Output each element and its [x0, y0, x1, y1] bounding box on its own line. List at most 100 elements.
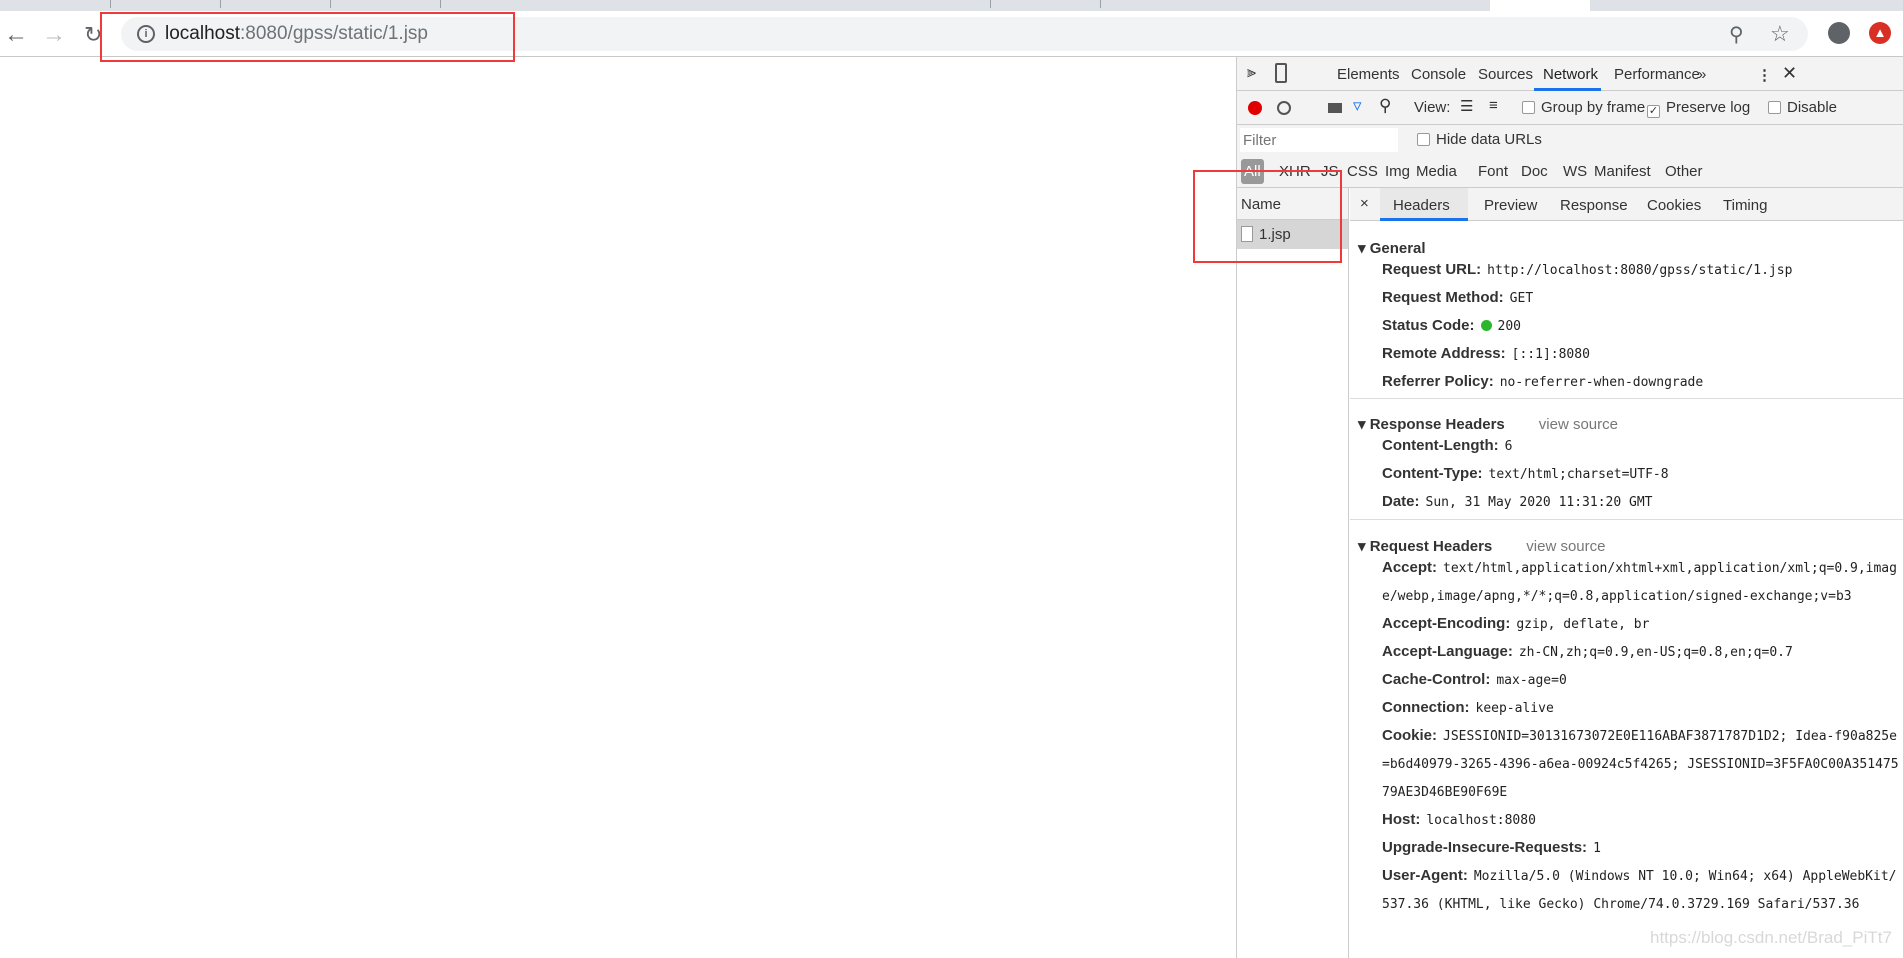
header-value: 1 — [1593, 841, 1601, 856]
tab-performance[interactable]: Performance — [1614, 66, 1700, 83]
detail-tabbar: × Headers Preview Response Cookies Timin… — [1350, 188, 1903, 221]
tab-timing[interactable]: Timing — [1723, 197, 1767, 214]
header-row: Referrer Policy: no-referrer-when-downgra… — [1382, 368, 1903, 396]
tab-network[interactable]: Network — [1543, 66, 1598, 83]
large-rows-icon[interactable]: ☰ — [1460, 97, 1473, 115]
type-filter-media[interactable]: Media — [1416, 163, 1457, 180]
checkbox[interactable] — [1768, 101, 1781, 114]
close-devtools-icon[interactable]: ✕ — [1782, 63, 1797, 84]
close-detail-icon[interactable]: × — [1360, 195, 1369, 212]
header-name: Request URL: — [1382, 261, 1482, 278]
type-filter-doc[interactable]: Doc — [1521, 163, 1548, 180]
inspect-icon[interactable]: ⫸ — [1247, 64, 1256, 82]
hide-data-urls-checkbox[interactable]: Hide data URLs — [1417, 131, 1542, 148]
header-value: text/html;charset=UTF-8 — [1488, 467, 1669, 482]
active-tab[interactable] — [1490, 0, 1590, 11]
header-name: Content-Length: — [1382, 437, 1499, 454]
header-row: Host: localhost:8080 — [1382, 806, 1903, 834]
header-row: Date: Sun, 31 May 2020 11:31:20 GMT — [1382, 488, 1903, 516]
header-value: GET — [1509, 291, 1534, 306]
type-filter-manifest[interactable]: Manifest — [1594, 163, 1651, 180]
header-value: text/html,application/xhtml+xml,applicat… — [1382, 561, 1897, 604]
header-value: no-referrer-when-downgrade — [1499, 375, 1704, 390]
more-tabs-icon[interactable]: » — [1698, 66, 1706, 83]
back-icon[interactable]: ← — [4, 23, 28, 47]
tab-divider — [220, 0, 221, 8]
group-by-frame-checkbox[interactable]: Group by frame — [1522, 99, 1645, 116]
response-headers-section-header[interactable]: ▾ Response Headers view source — [1358, 415, 1618, 433]
highlight-box — [100, 12, 515, 62]
type-filter-other[interactable]: Other — [1665, 163, 1703, 180]
zoom-out-icon[interactable]: ⚲ — [1729, 22, 1744, 47]
tab-divider — [330, 0, 331, 8]
header-row: Cache-Control: max-age=0 — [1382, 666, 1903, 694]
device-toolbar-icon[interactable] — [1275, 63, 1287, 83]
header-name: Content-Type: — [1382, 465, 1483, 482]
header-name: Status Code: — [1382, 317, 1475, 334]
view-source-link[interactable]: view source — [1539, 416, 1618, 433]
header-value: 6 — [1504, 439, 1513, 454]
tab-elements[interactable]: Elements — [1337, 66, 1400, 83]
record-icon[interactable] — [1248, 101, 1262, 115]
header-value: http://localhost:8080/gpss/static/1.jsp — [1487, 263, 1793, 278]
general-section-header[interactable]: ▾ General — [1358, 239, 1426, 257]
checkbox[interactable] — [1522, 101, 1535, 114]
request-list: Name 1.jsp — [1237, 188, 1349, 958]
checkbox-checked[interactable]: ✓ — [1647, 105, 1660, 118]
tab-divider — [1100, 0, 1101, 8]
header-row: Accept: text/html,application/xhtml+xml,a… — [1382, 554, 1903, 610]
forward-icon[interactable]: → — [42, 23, 66, 47]
tab-cookies[interactable]: Cookies — [1647, 197, 1701, 214]
header-row: Status Code: 200 — [1382, 312, 1903, 340]
header-value: zh-CN,zh;q=0.9,en-US;q=0.8,en;q=0.7 — [1518, 645, 1793, 660]
header-name: Accept: — [1382, 559, 1438, 576]
view-label: View: — [1414, 99, 1451, 116]
header-name: Cache-Control: — [1382, 671, 1491, 688]
update-icon[interactable]: ▲ — [1869, 22, 1891, 44]
search-icon[interactable]: ⚲ — [1379, 96, 1391, 116]
clear-icon[interactable] — [1277, 101, 1291, 115]
tab-headers[interactable]: Headers — [1393, 197, 1450, 214]
checkbox[interactable] — [1417, 133, 1430, 146]
kebab-menu-icon[interactable]: ⋮ — [1757, 66, 1772, 84]
header-row: Content-Type: text/html;charset=UTF-8 — [1382, 460, 1903, 488]
header-name: Date: — [1382, 493, 1420, 510]
watermark: https://blog.csdn.net/Brad_PiTt7 — [1650, 928, 1892, 947]
header-row: Request URL: http://localhost:8080/gpss/s… — [1382, 256, 1903, 284]
divider — [1350, 398, 1903, 399]
header-row: Upgrade-Insecure-Requests: 1 — [1382, 834, 1903, 862]
type-filter-css[interactable]: CSS — [1347, 163, 1378, 180]
account-icon[interactable] — [1828, 22, 1850, 44]
section-title: General — [1369, 240, 1426, 257]
header-name: Accept-Encoding: — [1382, 615, 1511, 632]
tab-sources[interactable]: Sources — [1478, 66, 1533, 83]
header-name: Cookie: — [1382, 727, 1438, 744]
type-filter-img[interactable]: Img — [1385, 163, 1410, 180]
header-name: Accept-Language: — [1382, 643, 1513, 660]
tab-console[interactable]: Console — [1411, 66, 1466, 83]
screenshot-icon[interactable] — [1328, 103, 1342, 113]
disable-cache-checkbox[interactable]: Disable — [1768, 99, 1837, 116]
waterfall-icon[interactable]: ≡ — [1489, 97, 1498, 114]
preserve-log-checkbox[interactable]: ✓ Preserve log — [1647, 99, 1750, 118]
section-title: Response Headers — [1369, 416, 1505, 433]
header-value: max-age=0 — [1496, 673, 1567, 688]
tab-divider — [440, 0, 441, 8]
filter-icon[interactable]: ▿ — [1353, 96, 1362, 116]
header-value: gzip, deflate, br — [1516, 617, 1650, 632]
filter-input[interactable] — [1240, 128, 1398, 152]
tab-response[interactable]: Response — [1560, 197, 1628, 214]
highlight-box — [1193, 170, 1342, 263]
request-headers-section-header[interactable]: ▾ Request Headers view source — [1358, 537, 1605, 555]
tab-preview[interactable]: Preview — [1484, 197, 1537, 214]
status-ok-icon — [1480, 320, 1492, 331]
header-value: 200 — [1497, 319, 1521, 334]
tab-divider — [110, 0, 111, 8]
header-value: localhost:8080 — [1426, 813, 1536, 828]
tab-divider — [990, 0, 991, 8]
type-filter-ws[interactable]: WS — [1563, 163, 1587, 180]
type-filter-font[interactable]: Font — [1478, 163, 1508, 180]
star-icon[interactable]: ☆ — [1770, 21, 1790, 47]
view-source-link[interactable]: view source — [1526, 538, 1605, 555]
header-name: Host: — [1382, 811, 1421, 828]
